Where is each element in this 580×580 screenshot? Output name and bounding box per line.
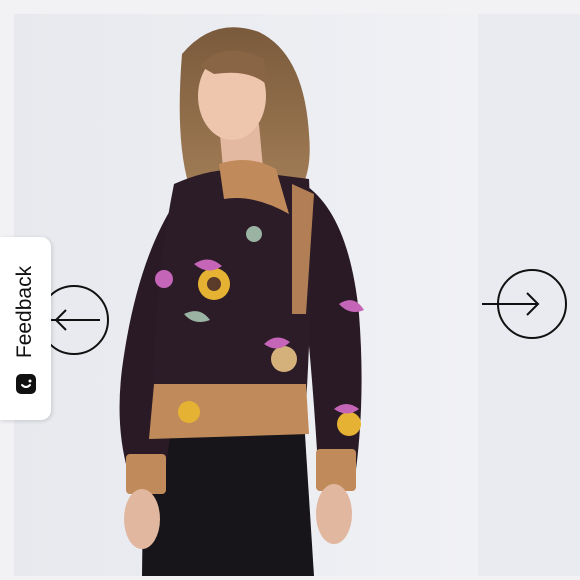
previous-image-button[interactable] xyxy=(39,284,116,356)
product-gallery: Feedback xyxy=(0,0,580,580)
smile-icon xyxy=(16,374,36,394)
feedback-label: Feedback xyxy=(13,265,36,359)
next-image-button[interactable] xyxy=(482,266,567,339)
feedback-button[interactable]: Feedback xyxy=(0,237,51,420)
arrow-right-circle-icon xyxy=(482,269,567,339)
arrow-left-circle-icon xyxy=(39,285,109,355)
